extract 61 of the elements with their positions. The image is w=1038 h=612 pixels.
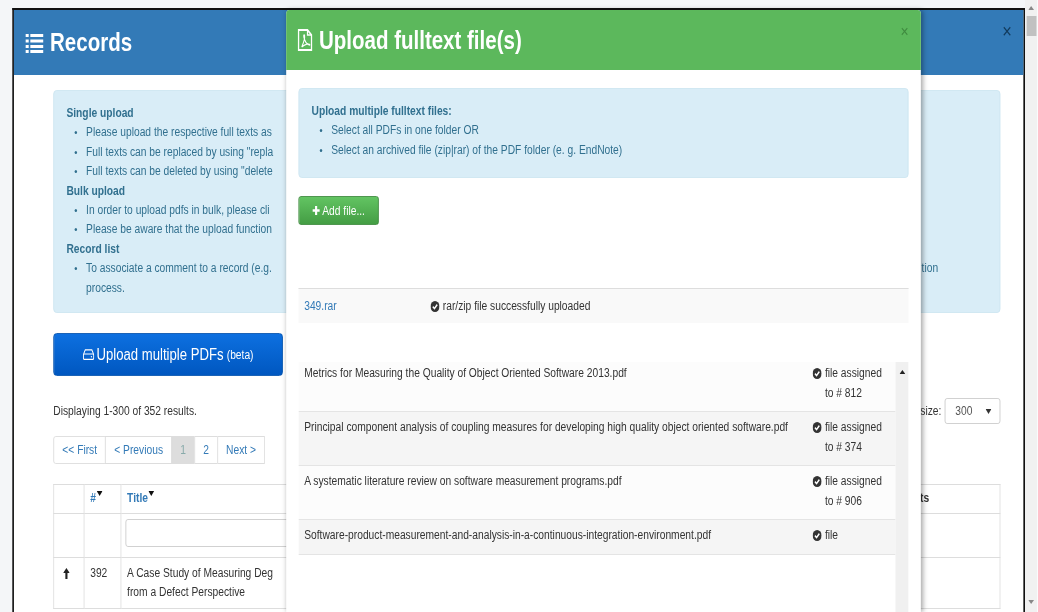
bullet-icon [74, 170, 78, 174]
file-name: A systematic literature review on software measurement programs.pdf [303, 473, 623, 490]
record-number: 392 [90, 566, 108, 581]
check-circle-icon [812, 422, 822, 433]
column-header: ts [920, 491, 930, 506]
check-circle-icon [812, 530, 822, 541]
modal-title: Upload fulltext file(s) [319, 25, 522, 55]
bullet-icon [319, 148, 323, 152]
assignment-status: file [824, 527, 840, 544]
file-name: Software-product-measurement-and-analysis-in-a-continuous-integration-environment.pdf [303, 527, 712, 544]
scrollbar-thumb[interactable] [1026, 16, 1037, 36]
page-link[interactable]: 2 [194, 436, 218, 465]
bullet-icon [74, 150, 78, 154]
bullet-icon [74, 228, 78, 232]
dialog-title: Records [50, 28, 133, 57]
section-heading: Single upload [66, 105, 134, 122]
hard-drive-icon [82, 349, 95, 361]
page-link[interactable]: << First [53, 436, 107, 465]
section-heading: Record list [66, 240, 120, 258]
instruction-text: tion [921, 260, 939, 278]
column-header[interactable]: Title [127, 491, 148, 506]
results-summary: Displaying 1-300 of 352 results. [53, 404, 197, 419]
instruction-text: Full texts can be deleted by using "delete [86, 163, 273, 181]
instruction-text: Please be aware that the upload function [86, 221, 272, 239]
upload-status: rar/zip file successfully uploaded [442, 299, 591, 313]
instruction-text: Please upload the respective full texts as [86, 124, 272, 142]
bullet-icon [74, 131, 78, 135]
check-circle-icon [430, 300, 440, 312]
instruction-text: Select all PDFs in one folder OR [331, 122, 479, 140]
record-title: A Case Study of Measuring Deg from a Defect Perspective [127, 566, 273, 600]
file-name: Principal component analysis of coupling measures for developing high quality object oriented software.pdf [303, 419, 789, 436]
assignment-status: file assigned to # 906 [824, 473, 883, 510]
list-icon [25, 32, 44, 53]
page-link[interactable]: < Previous [105, 436, 172, 465]
bullet-icon [74, 267, 78, 271]
instruction-text: Full texts can be replaced by using "repla [86, 143, 274, 161]
file-name: Metrics for Measuring the Quality of Object Oriented Software 2013.pdf [303, 365, 628, 382]
assignment-status: file assigned to # 374 [824, 419, 883, 456]
add-file-button[interactable]: Add file... [298, 196, 379, 225]
section-heading: Bulk upload [66, 182, 126, 200]
column-header[interactable]: # [90, 491, 96, 506]
upload-multiple-button[interactable]: Upload multiple PDFs (beta) [53, 333, 283, 377]
assignment-status: file assigned to # 812 [824, 365, 883, 402]
bullet-icon [319, 129, 323, 133]
scroll-up-icon [899, 370, 905, 374]
pdf-file-icon [297, 29, 313, 51]
bullet-icon [74, 209, 78, 213]
scroll-up-icon [1028, 6, 1034, 10]
caret-down-icon [985, 408, 992, 414]
instruction-text: In order to upload pdfs in bulk, please cli [86, 202, 270, 220]
check-circle-icon [812, 476, 822, 487]
close-button[interactable]: × [1002, 20, 1012, 43]
scroll-down-icon [1028, 600, 1034, 604]
page-link[interactable]: Next > [217, 436, 265, 465]
info-heading: Upload multiple fulltext files: [311, 103, 452, 120]
plus-icon [312, 206, 320, 215]
up-arrow-icon [63, 568, 70, 580]
page-size-label: size: [920, 404, 942, 419]
instruction-text: Select an archived file (zip|rar) of the PDF folder (e. g. EndNote) [331, 141, 623, 159]
check-circle-icon [812, 368, 822, 379]
instruction-text: To associate a comment to a record (e.g. process. [86, 260, 272, 297]
